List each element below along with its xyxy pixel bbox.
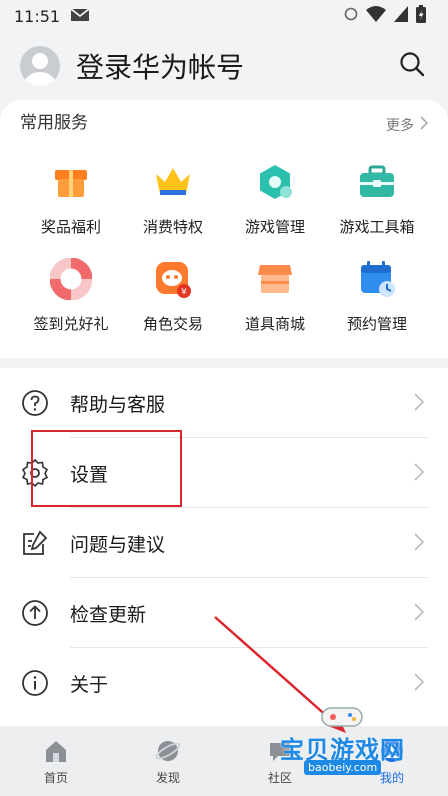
gear-icon	[20, 458, 50, 488]
service-consumer-privilege[interactable]: 消费特权	[122, 160, 224, 237]
menu-label: 问题与建议	[70, 533, 166, 556]
menu-item-help[interactable]: 帮助与客服	[0, 368, 448, 438]
chevron-right-icon	[414, 673, 428, 693]
gift-icon	[49, 160, 93, 204]
menu-label: 关于	[70, 673, 109, 696]
lifebuoy-icon	[49, 257, 93, 301]
service-label: 签到兑好礼	[33, 315, 109, 333]
character-trade-icon: ¥	[151, 257, 195, 301]
service-checkin-gift[interactable]: 签到兑好礼	[20, 257, 122, 334]
service-booking-management[interactable]: 预约管理	[326, 257, 428, 334]
login-title[interactable]: 登录华为帐号	[76, 46, 396, 86]
menu-item-feedback[interactable]: 问题与建议	[0, 508, 448, 578]
services-title: 常用服务	[20, 112, 88, 133]
hexagon-game-icon	[253, 160, 297, 204]
menu-item-about[interactable]: 关于	[0, 648, 448, 718]
service-game-management[interactable]: 游戏管理	[224, 160, 326, 237]
service-prize-welfare[interactable]: 奖品福利	[20, 160, 122, 237]
help-icon	[20, 388, 50, 418]
home-icon	[42, 737, 70, 765]
chevron-right-icon	[414, 393, 428, 413]
info-icon	[20, 668, 50, 698]
chevron-right-icon	[414, 603, 428, 623]
tab-profile[interactable]: 我的	[336, 737, 448, 786]
service-label: 游戏工具箱	[339, 218, 415, 236]
service-label: 道具商城	[244, 315, 305, 333]
tab-label: 社区	[267, 770, 292, 785]
wifi-icon	[366, 6, 386, 26]
menu-label: 设置	[70, 463, 109, 486]
chevron-right-icon	[414, 533, 428, 553]
crown-icon	[151, 160, 195, 204]
tab-home[interactable]: 首页	[0, 737, 112, 786]
service-label: 奖品福利	[40, 218, 101, 236]
avatar[interactable]	[20, 46, 60, 86]
status-bar: 11:51	[0, 0, 448, 32]
community-icon	[266, 737, 294, 765]
profile-icon	[378, 737, 406, 765]
planet-icon	[154, 737, 182, 765]
service-label: 消费特权	[142, 218, 203, 236]
tab-label: 我的	[379, 770, 404, 785]
bottom-tab-bar: 首页 发现 社区 我的	[0, 726, 448, 796]
more-label: 更多	[386, 118, 414, 134]
service-label: 预约管理	[346, 315, 407, 333]
status-time: 11:51	[14, 6, 61, 26]
battery-icon	[416, 5, 426, 27]
service-game-toolbox[interactable]: 游戏工具箱	[326, 160, 428, 237]
tab-discover[interactable]: 发现	[112, 737, 224, 786]
services-header: 常用服务 更多	[0, 112, 448, 138]
menu-label: 检查更新	[70, 603, 147, 626]
menu-item-settings[interactable]: 设置	[0, 438, 448, 508]
tab-community[interactable]: 社区	[224, 737, 336, 786]
signal-icon	[344, 6, 358, 26]
menu-item-check-update[interactable]: 检查更新	[0, 578, 448, 648]
svg-text:¥: ¥	[181, 288, 187, 298]
chevron-right-icon	[414, 463, 428, 483]
chevron-right-icon	[420, 116, 429, 134]
toolbox-icon	[355, 160, 399, 204]
services-card: 常用服务 更多 奖品福利 消费特权 游戏管理 游戏工具箱 签到兑好礼 ¥ 角色交…	[0, 100, 448, 358]
cellular-icon	[394, 6, 408, 26]
service-label: 角色交易	[142, 315, 203, 333]
service-label: 游戏管理	[244, 218, 305, 236]
tab-label: 首页	[43, 770, 68, 785]
more-link[interactable]: 更多	[386, 115, 429, 135]
menu-list: 帮助与客服 设置 问题与建议 检查更新 关于	[0, 368, 448, 726]
calendar-clock-icon	[355, 257, 399, 301]
menu-label: 帮助与客服	[70, 393, 166, 416]
mail-icon	[70, 7, 90, 26]
store-icon	[253, 257, 297, 301]
service-character-trade[interactable]: ¥ 角色交易	[122, 257, 224, 334]
services-grid: 奖品福利 消费特权 游戏管理 游戏工具箱 签到兑好礼 ¥ 角色交易 道具商城 预…	[20, 160, 428, 334]
service-item-store[interactable]: 道具商城	[224, 257, 326, 334]
account-header: 登录华为帐号	[0, 32, 448, 100]
search-button[interactable]	[396, 50, 428, 82]
tab-label: 发现	[155, 770, 180, 785]
update-icon	[20, 598, 50, 628]
feedback-icon	[20, 528, 50, 558]
search-icon	[399, 51, 425, 81]
